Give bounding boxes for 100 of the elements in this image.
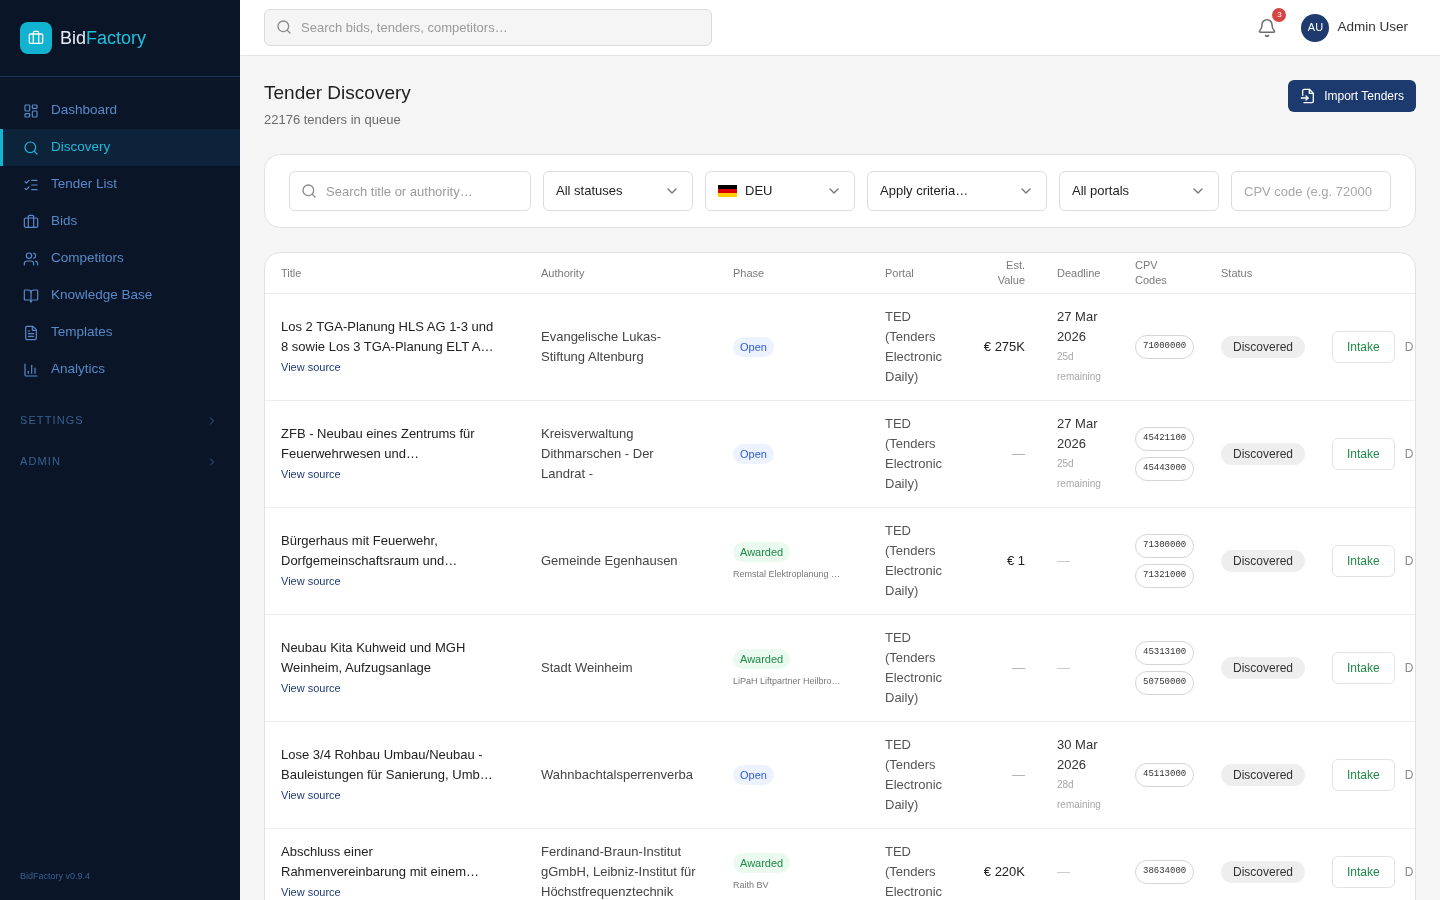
version-text: BidFactory v0.9.4 (20, 871, 91, 881)
nav-item[interactable]: Tender List (0, 166, 240, 203)
user-name: Admin User (1337, 18, 1408, 37)
winner-text: LiPaH Liftpartner Heilbro… (733, 675, 841, 687)
dashboard-icon (23, 102, 39, 119)
tender-title: Los 2 TGA-Planung HLS AG 1-3 und 8 sowie Los 3 TGA-Planung ELT A… (281, 318, 495, 356)
column-header: Est. Value (997, 258, 1025, 288)
view-source-link[interactable]: View source (281, 571, 341, 591)
intake-button[interactable]: Intake (1332, 652, 1395, 684)
value-text: € 275K (983, 338, 1025, 356)
status-tag: Discovered (1221, 657, 1306, 679)
secondary-action-button[interactable]: D (1404, 555, 1414, 567)
empty-value-text: — (1012, 766, 1025, 784)
portal-text: TED (Tenders Electronic Daily) (885, 629, 944, 707)
filter-select[interactable]: All portals (1059, 171, 1219, 211)
view-source-link[interactable]: View source (281, 882, 341, 900)
authority-text: Kreisverwaltung Dithmarschen - Der Landrat - (541, 425, 655, 483)
phase-tag: Awarded (733, 853, 791, 873)
deadline-date: 27 Mar 2026 (1057, 415, 1099, 453)
portal-text: TED (Tenders Electronic Daily) (885, 308, 944, 386)
secondary-action-button[interactable]: D (1404, 769, 1414, 781)
nav-section[interactable]: SETTINGS (0, 400, 240, 441)
column-header: Portal (885, 265, 914, 281)
logo-text: BidFactory (60, 29, 147, 47)
view-source-link[interactable]: View source (281, 678, 341, 698)
authority-text: Gemeinde Egenhausen (541, 552, 678, 570)
book-icon (23, 287, 39, 304)
intake-button[interactable]: Intake (1332, 331, 1395, 363)
phase-tag: Awarded (733, 542, 791, 562)
nav-item[interactable]: Templates (0, 314, 240, 351)
tender-title: Neubau Kita Kuhweid und MGH Weinheim, Aufzugsanlage (281, 639, 467, 677)
value-text: € 1 (1006, 552, 1025, 570)
secondary-action-button[interactable]: D (1404, 866, 1414, 878)
intake-button[interactable]: Intake (1332, 438, 1395, 470)
nav-item[interactable]: Discovery (0, 129, 240, 166)
country-select[interactable]: DEU (705, 171, 855, 211)
phase-tag: Open (733, 765, 774, 785)
filter-select[interactable]: All statuses (543, 171, 693, 211)
column-header: Deadline (1057, 265, 1101, 281)
flag-icon (718, 185, 737, 197)
phase-tag: Open (733, 337, 774, 357)
tender-title: Abschluss einer Rahmenvereinbarung mit einem… (281, 843, 480, 881)
nav-item[interactable]: Dashboard (0, 92, 240, 129)
portal-text: TED (Tenders Electronic (885, 843, 944, 900)
winner-text: Remstal Elektroplanung … (733, 568, 841, 580)
empty-value-text: — (1012, 445, 1025, 463)
portal-text: TED (Tenders Electronic Daily) (885, 736, 944, 814)
cpv-code-field[interactable]: CPV code (e.g. 72000 (1231, 171, 1391, 211)
briefcase-icon (23, 213, 39, 230)
authority-text: Stadt Weinheim (541, 659, 633, 677)
nav-section[interactable]: ADMIN (0, 441, 240, 482)
status-tag: Discovered (1221, 443, 1306, 465)
authority-text: Wahnbachtalsperrenverba (541, 766, 693, 784)
nav-item[interactable]: Analytics (0, 351, 240, 388)
logo-icon (20, 22, 52, 54)
view-source-link[interactable]: View source (281, 357, 341, 377)
tender-title: Bürgerhaus mit Feuerwehr, Dorfgemeinschaftsraum und… (281, 532, 459, 570)
status-tag: Discovered (1221, 336, 1306, 358)
status-tag: Discovered (1221, 550, 1306, 572)
nav-item[interactable]: Bids (0, 203, 240, 240)
remaining-text: 25d remaining (1057, 457, 1102, 491)
column-header: Status (1221, 265, 1253, 281)
phase-tag: Awarded (733, 649, 791, 669)
users-icon (23, 250, 39, 267)
tender-title: Lose 3/4 Rohbau Umbau/Neubau - Bauleistungen für Sanierung, Umb… (281, 746, 494, 784)
portal-text: TED (Tenders Electronic Daily) (885, 415, 944, 493)
intake-button[interactable]: Intake (1332, 856, 1395, 888)
column-header: Authority (541, 265, 585, 281)
column-header: Title (281, 265, 302, 281)
status-tag: Discovered (1221, 861, 1306, 883)
page-subtitle: 22176 tenders in queue (264, 111, 402, 129)
column-header: CPV Codes (1135, 258, 1167, 288)
search-field[interactable]: Search title or authority… (289, 171, 531, 211)
remaining-text: 25d remaining (1057, 350, 1102, 384)
empty-deadline-text: — (1057, 863, 1070, 881)
nav-item[interactable]: Competitors (0, 240, 240, 277)
empty-deadline-text: — (1057, 552, 1070, 570)
import-tenders-button[interactable]: Import Tenders (1288, 80, 1416, 112)
tender-title: ZFB - Neubau eines Zentrums für Feuerwehrwesen und… (281, 425, 476, 463)
intake-button[interactable]: Intake (1332, 759, 1395, 791)
user-avatar[interactable]: AU (1301, 13, 1330, 42)
intake-button[interactable]: Intake (1332, 545, 1395, 577)
bell-icon[interactable] (1257, 17, 1278, 38)
empty-value-text: — (1012, 659, 1025, 677)
view-source-link[interactable]: View source (281, 785, 341, 805)
secondary-action-button[interactable]: D (1404, 341, 1414, 353)
portal-text: TED (Tenders Electronic Daily) (885, 522, 944, 600)
empty-deadline-text: — (1057, 659, 1070, 677)
winner-text: Raith BV (733, 879, 769, 891)
authority-text: Evangelische Lukas-Stiftung Altenburg (541, 328, 662, 366)
search-icon (23, 139, 39, 156)
column-header: Phase (733, 265, 765, 281)
import-file-icon (1300, 88, 1317, 104)
filter-select[interactable]: Apply criteria… (867, 171, 1047, 211)
nav-item[interactable]: Knowledge Base (0, 277, 240, 314)
secondary-action-button[interactable]: D (1404, 662, 1414, 674)
search-field[interactable]: Search bids, tenders, competitors… (264, 9, 712, 46)
view-source-link[interactable]: View source (281, 464, 341, 484)
secondary-action-button[interactable]: D (1404, 448, 1414, 460)
search-icon (276, 19, 292, 35)
